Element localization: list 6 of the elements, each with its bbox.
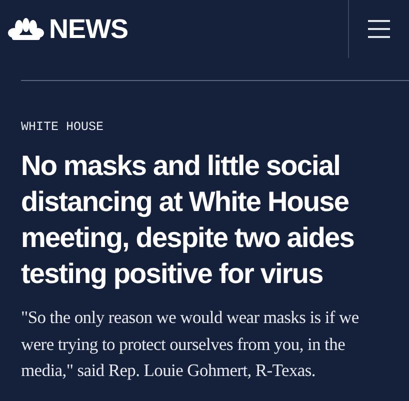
section-label: WHITE HOUSE bbox=[21, 120, 104, 134]
fan-logo-icon bbox=[7, 18, 45, 40]
menu-icon bbox=[368, 20, 390, 38]
article-summary: "So the only reason we would wear masks is if we were trying to protect ourselves from you, in the media," said Rep. Louie Gohmert, R-Texas. bbox=[21, 306, 360, 382]
headline: No masks and little social distancing at White House meeting, despite two aides testing positive for virus bbox=[21, 149, 355, 291]
brand-name: NEWS bbox=[49, 14, 128, 44]
